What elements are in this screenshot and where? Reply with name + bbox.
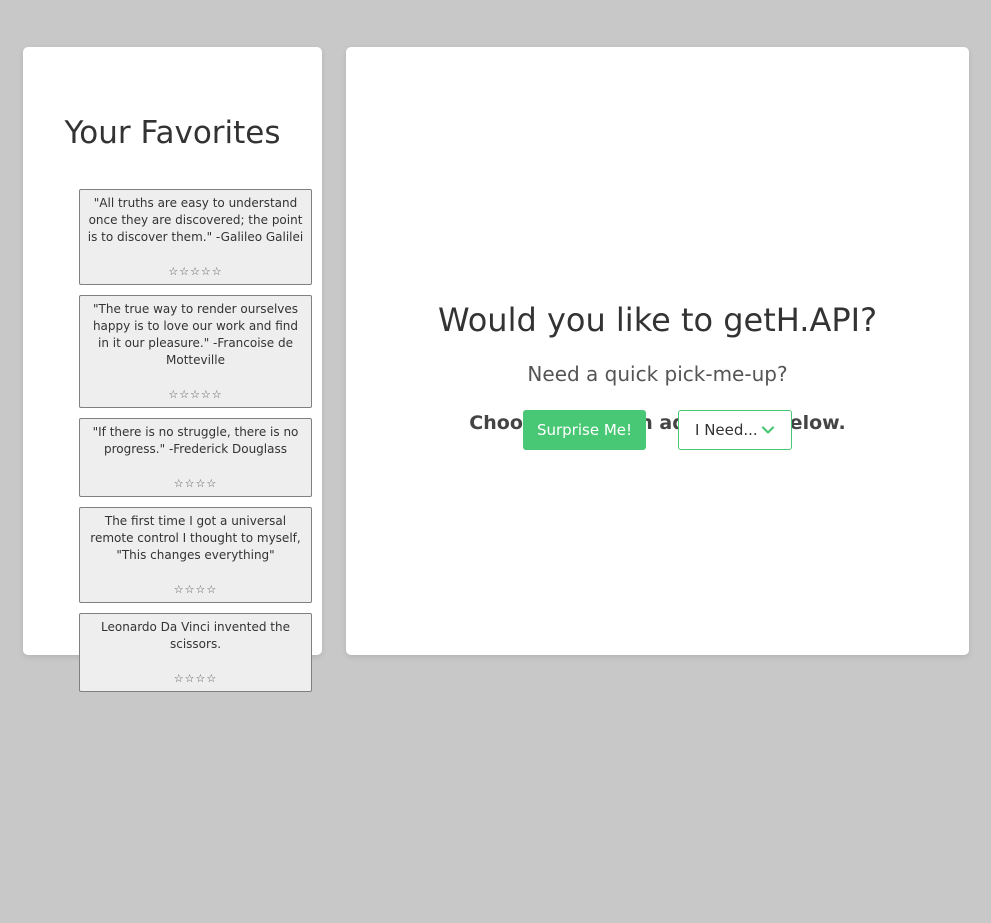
i-need-dropdown[interactable]: I Need... bbox=[678, 410, 792, 450]
surprise-me-button[interactable]: Surprise Me! bbox=[523, 410, 646, 450]
favorite-card[interactable]: "All truths are easy to understand once … bbox=[79, 189, 312, 285]
main-title: Would you like to getH.API? bbox=[437, 301, 878, 339]
star-rating[interactable]: ☆☆☆☆ bbox=[87, 670, 304, 687]
main-panel: Would you like to getH.API? Need a quick… bbox=[346, 47, 969, 655]
favorite-quote: The first time I got a universal remote … bbox=[90, 514, 301, 562]
favorites-panel: Your Favorites "All truths are easy to u… bbox=[23, 47, 322, 692]
chevron-down-icon bbox=[761, 426, 775, 434]
favorite-quote: "If there is no struggle, there is no pr… bbox=[92, 425, 299, 456]
star-rating[interactable]: ☆☆☆☆ bbox=[87, 581, 304, 598]
favorite-card[interactable]: "If there is no struggle, there is no pr… bbox=[79, 418, 312, 497]
favorite-card[interactable]: "The true way to render ourselves happy … bbox=[79, 295, 312, 408]
i-need-dropdown-label: I Need... bbox=[695, 421, 758, 439]
favorite-quote: "All truths are easy to understand once … bbox=[87, 196, 304, 244]
star-rating[interactable]: ☆☆☆☆☆ bbox=[87, 386, 304, 403]
favorite-quote: "The true way to render ourselves happy … bbox=[92, 302, 299, 367]
star-rating[interactable]: ☆☆☆☆☆ bbox=[87, 263, 304, 280]
favorite-card[interactable]: Leonardo Da Vinci invented the scissors.… bbox=[79, 613, 312, 692]
star-rating[interactable]: ☆☆☆☆ bbox=[87, 475, 304, 492]
favorites-title: Your Favorites bbox=[64, 115, 281, 151]
favorite-card[interactable]: The first time I got a universal remote … bbox=[79, 507, 312, 603]
adventure-prompt: Choose your own adventure below. bbox=[469, 412, 846, 434]
favorite-quote: Leonardo Da Vinci invented the scissors. bbox=[101, 620, 290, 651]
favorites-list: "All truths are easy to understand once … bbox=[79, 189, 312, 702]
main-subtitle: Need a quick pick-me-up? bbox=[527, 362, 788, 386]
